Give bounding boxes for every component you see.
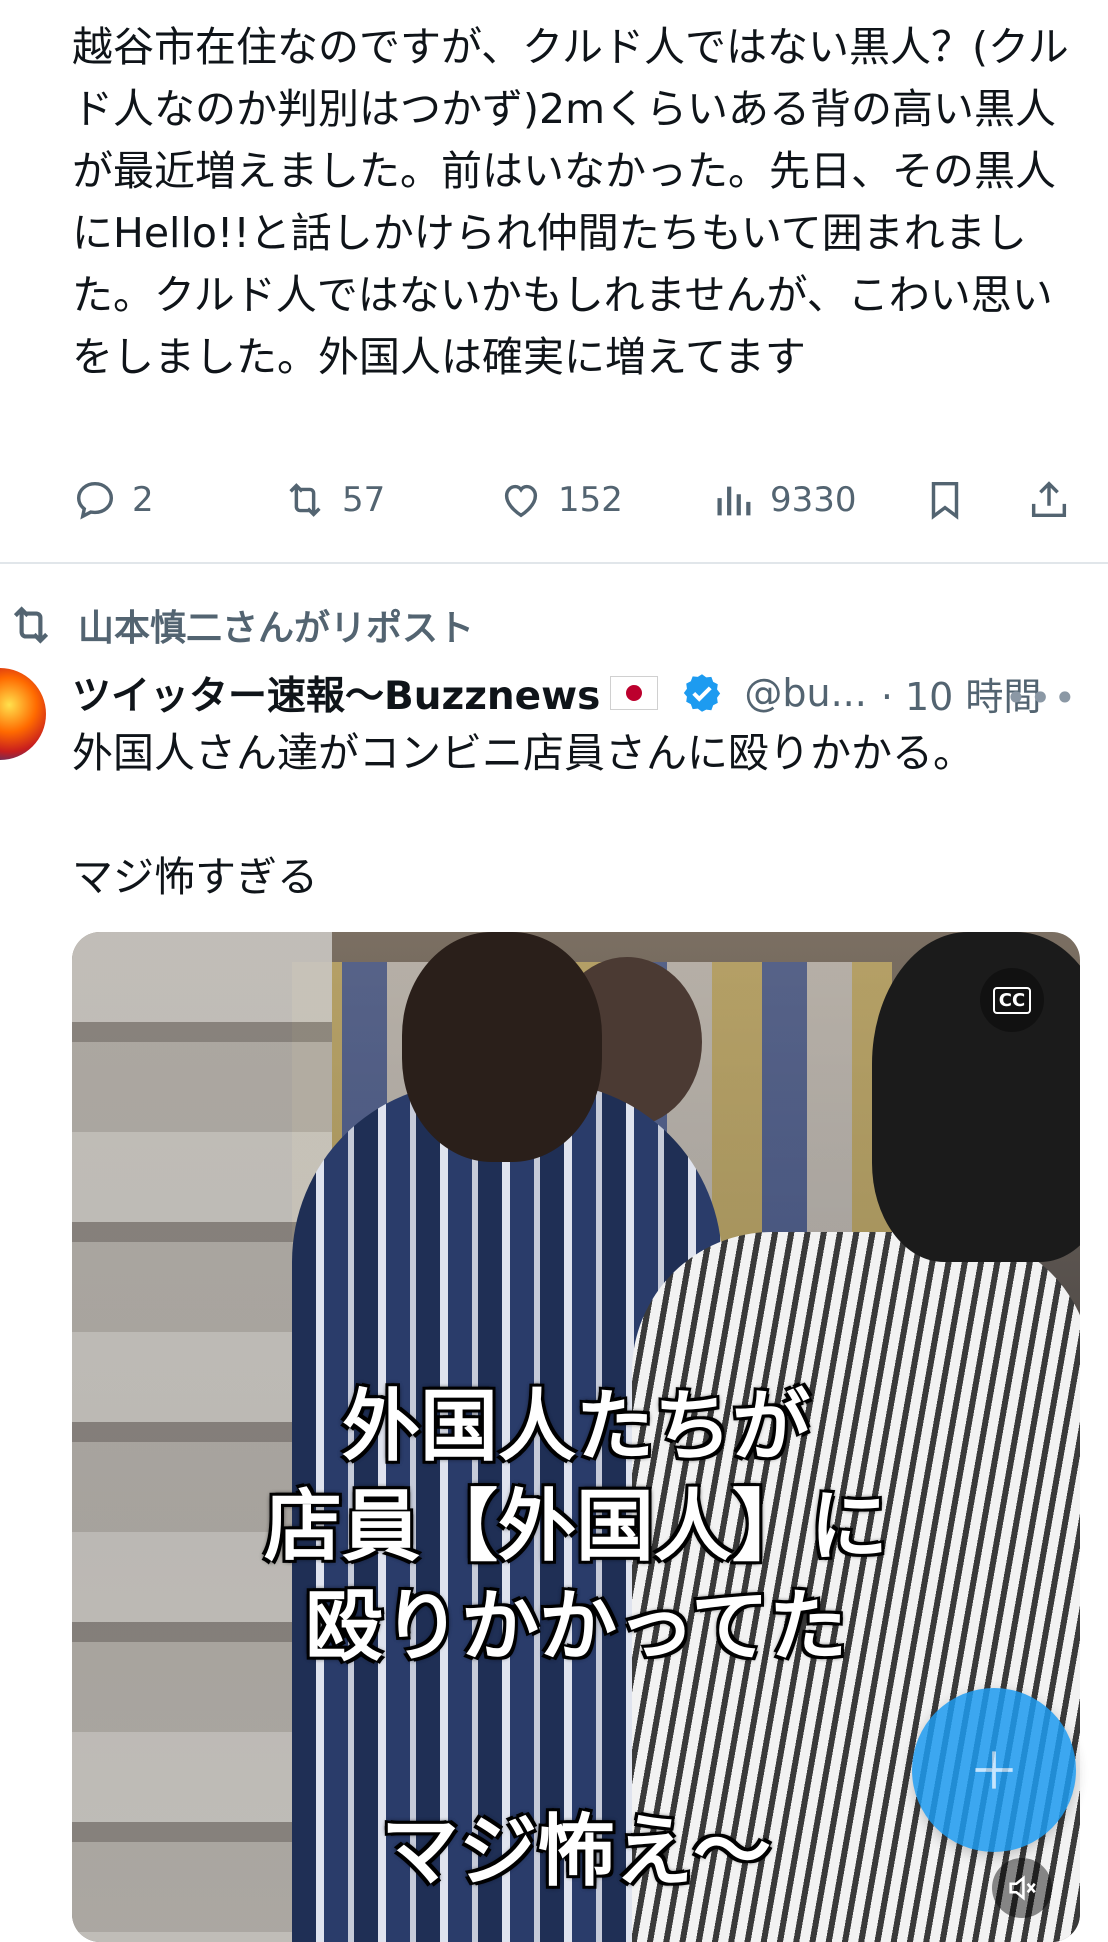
views-button[interactable]: 9330: [710, 465, 857, 535]
tweet-text: 外国人さん達がコンビニ店員さんに殴りかかる。 マジ怖すぎる: [72, 729, 974, 901]
compose-button[interactable]: [912, 1688, 1076, 1852]
verified-badge-icon: [684, 674, 721, 712]
video-frame-person-head: [402, 932, 602, 1162]
repost-button[interactable]: 57: [282, 465, 385, 535]
video-caption-line: 殴りかかってた: [304, 1582, 848, 1672]
cc-label: CC: [992, 986, 1032, 1014]
reply-icon: [76, 481, 114, 520]
speaker-muted-icon: [1009, 1875, 1036, 1901]
tweet-divider: [0, 562, 1108, 564]
bookmark-button[interactable]: [922, 465, 968, 535]
mute-button[interactable]: [992, 1858, 1052, 1918]
like-button[interactable]: 152: [498, 465, 623, 535]
compose-plus-icon: [975, 1751, 1013, 1789]
view-count: 9330: [770, 480, 857, 520]
closed-captions-button[interactable]: CC: [980, 968, 1044, 1032]
repost-icon: [289, 483, 321, 517]
share-icon: [1031, 481, 1067, 518]
author-handle[interactable]: @bu...: [744, 671, 866, 715]
video-caption-line: 外国人たちが: [341, 1382, 810, 1472]
repost-icon: [13, 606, 49, 644]
video-caption-line: 店員【外国人】に: [263, 1482, 888, 1572]
repost-context-label: 山本慎二さんがリポスト: [78, 608, 475, 649]
heart-icon: [504, 484, 538, 518]
repost-context[interactable]: 山本慎二さんがリポスト: [0, 595, 474, 655]
repost-count: 57: [342, 480, 386, 520]
author-avatar[interactable]: [0, 668, 46, 760]
japan-flag-icon: [610, 676, 659, 710]
reply-button[interactable]: 2: [72, 465, 154, 535]
views-chart-icon: [717, 486, 751, 516]
author-name[interactable]: ツイッター速報〜Buzznews: [72, 665, 600, 721]
bookmark-icon: [931, 481, 959, 520]
like-count: 152: [558, 480, 623, 520]
prev-tweet-text: 越谷市在住なのですが、クルド人ではない黒人？(クルド人なのか判別はつかず)2mく…: [72, 23, 1069, 381]
tweet-header: ツイッター速報〜Buzznews @bu... · 10 時間: [72, 658, 1041, 728]
more-options-icon[interactable]: •••: [1005, 676, 1078, 720]
share-button[interactable]: [1026, 465, 1072, 535]
video-frame-person-head: [872, 932, 1080, 1262]
prev-tweet-actions: 2 57 152 9330: [0, 465, 1108, 535]
reply-count: 2: [132, 480, 154, 520]
